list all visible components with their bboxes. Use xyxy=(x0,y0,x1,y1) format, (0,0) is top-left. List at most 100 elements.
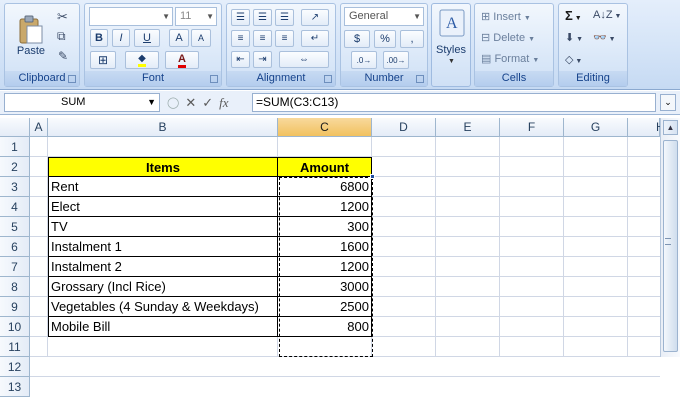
amount-cell[interactable]: 1600 xyxy=(278,237,372,257)
percent-button[interactable]: % xyxy=(374,30,396,48)
row-header-7[interactable]: 7 xyxy=(0,257,30,277)
scroll-up-icon[interactable]: ▲ xyxy=(663,120,678,135)
cut-icon[interactable]: ✂ xyxy=(57,9,68,25)
row-header-2[interactable]: 2 xyxy=(0,157,30,177)
cancel-icon[interactable]: ✕ xyxy=(185,95,196,111)
decrease-decimal-button[interactable]: .00→ xyxy=(383,51,409,69)
row-header-12[interactable]: 12 xyxy=(0,357,30,377)
column-header-c[interactable]: C xyxy=(278,118,372,137)
column-header-a[interactable]: A xyxy=(30,118,48,137)
grow-font-button[interactable]: A xyxy=(169,29,189,47)
row-header-4[interactable]: 4 xyxy=(0,197,30,217)
vertical-scrollbar[interactable]: ▲ xyxy=(660,118,680,357)
item-cell[interactable]: Grossary (Incl Rice) xyxy=(48,277,278,297)
borders-button[interactable]: ⊞ xyxy=(90,51,116,69)
format-button[interactable]: ▤ Format ▼ xyxy=(481,52,539,65)
row-header-9[interactable]: 9 xyxy=(0,297,30,317)
fill-color-button[interactable]: ◆ xyxy=(125,51,159,69)
font-size-combo[interactable]: 11 ▼ xyxy=(175,7,217,26)
font-color-button[interactable]: A xyxy=(165,51,199,69)
underline-button[interactable]: U xyxy=(134,29,160,47)
row-header-8[interactable]: 8 xyxy=(0,277,30,297)
scroll-thumb[interactable] xyxy=(663,140,678,352)
number-launcher-icon[interactable] xyxy=(416,75,424,83)
format-painter-icon[interactable]: ✎ xyxy=(58,49,68,63)
align-left-button[interactable]: ≡ xyxy=(231,30,250,47)
header-items-cell[interactable]: Items xyxy=(48,157,278,177)
font-name-combo[interactable]: ▼ xyxy=(89,7,173,26)
amount-cell[interactable]: 1200 xyxy=(278,257,372,277)
comma-button[interactable]: , xyxy=(400,30,424,48)
expand-formula-bar-icon[interactable]: ⌄ xyxy=(660,94,676,111)
header-amount-cell[interactable]: Amount xyxy=(278,157,372,177)
circle-icon: ◯ xyxy=(167,97,180,109)
align-right-button[interactable]: ≡ xyxy=(275,30,294,47)
number-title: Number xyxy=(341,71,427,86)
merge-center-button[interactable]: ⇔ xyxy=(279,51,329,68)
select-all-corner[interactable] xyxy=(0,118,30,137)
sort-filter-button[interactable]: A↓Z ▼ xyxy=(593,9,621,21)
delete-button[interactable]: ⊟ Delete ▼ xyxy=(481,31,535,44)
amount-cell[interactable]: 1200 xyxy=(278,197,372,217)
row-header-1[interactable]: 1 xyxy=(0,137,30,157)
alignment-launcher-icon[interactable] xyxy=(324,75,332,83)
name-box[interactable]: SUM ▼ xyxy=(4,93,160,112)
clear-button[interactable]: ◇ ▼ xyxy=(565,53,582,66)
item-cell[interactable]: Rent xyxy=(48,177,278,197)
align-bottom-button[interactable]: ☰ xyxy=(275,9,294,26)
item-cell[interactable]: Vegetables (4 Sunday & Weekdays) xyxy=(48,297,278,317)
italic-button[interactable]: I xyxy=(112,29,130,47)
item-cell[interactable]: Mobile Bill xyxy=(48,317,278,337)
shrink-font-button[interactable]: A xyxy=(191,29,211,47)
column-header-d[interactable]: D xyxy=(372,118,436,137)
amount-cell[interactable]: 2500 xyxy=(278,297,372,317)
row-header-6[interactable]: 6 xyxy=(0,237,30,257)
amount-cell[interactable]: 800 xyxy=(278,317,372,337)
copy-icon[interactable]: ⧉ xyxy=(57,29,66,44)
gridline-vertical xyxy=(435,137,436,357)
find-select-button[interactable]: 👓 ▼ xyxy=(593,31,616,44)
column-header-b[interactable]: B xyxy=(48,118,278,137)
row-header-11[interactable]: 11 xyxy=(0,337,30,357)
orientation-button[interactable]: ↗ xyxy=(301,9,329,26)
fill-button[interactable]: ⬇ ▼ xyxy=(565,31,583,44)
column-header-h[interactable]: H xyxy=(628,118,665,137)
paste-button[interactable]: Paste xyxy=(11,8,51,64)
align-middle-button[interactable]: ☰ xyxy=(253,9,272,26)
bold-button[interactable]: B xyxy=(90,29,108,47)
align-center-button[interactable]: ≡ xyxy=(253,30,272,47)
formula-input[interactable]: =SUM(C3:C13) xyxy=(252,93,656,112)
insert-button[interactable]: ⊞ Insert ▼ xyxy=(481,10,531,23)
clipboard-launcher-icon[interactable] xyxy=(68,75,76,83)
formula-bar: SUM ▼ ◯ ✕ ✓ fx =SUM(C3:C13) ⌄ xyxy=(0,91,680,115)
insert-function-icon[interactable]: fx xyxy=(219,95,228,111)
column-header-e[interactable]: E xyxy=(436,118,500,137)
column-header-f[interactable]: F xyxy=(500,118,564,137)
binoculars-icon: 👓 xyxy=(593,32,607,44)
check-icon[interactable]: ✓ xyxy=(202,95,213,111)
fill-handle[interactable] xyxy=(370,174,375,179)
row-header-3[interactable]: 3 xyxy=(0,177,30,197)
styles-group[interactable]: A Styles ▼ xyxy=(431,3,471,87)
item-cell[interactable]: Instalment 1 xyxy=(48,237,278,257)
increase-indent-button[interactable]: ⇥ xyxy=(253,51,272,68)
row-header-5[interactable]: 5 xyxy=(0,217,30,237)
amount-cell[interactable]: 3000 xyxy=(278,277,372,297)
column-header-g[interactable]: G xyxy=(564,118,628,137)
wrap-text-button[interactable]: ↵ xyxy=(301,30,329,47)
item-cell[interactable]: Instalment 2 xyxy=(48,257,278,277)
item-cell[interactable]: Elect xyxy=(48,197,278,217)
decrease-indent-button[interactable]: ⇤ xyxy=(231,51,250,68)
amount-cell[interactable]: 300 xyxy=(278,217,372,237)
align-top-button[interactable]: ☰ xyxy=(231,9,250,26)
autosum-button[interactable]: Σ ▼ xyxy=(565,8,582,23)
font-launcher-icon[interactable] xyxy=(210,75,218,83)
amount-cell[interactable]: 6800 xyxy=(278,177,372,197)
item-cell[interactable]: TV xyxy=(48,217,278,237)
currency-button[interactable]: $ xyxy=(344,30,370,48)
row-header-10[interactable]: 10 xyxy=(0,317,30,337)
number-format-combo[interactable]: General ▼ xyxy=(344,7,424,26)
increase-decimal-button[interactable]: .0→ xyxy=(351,51,377,69)
align-bottom-icon: ☰ xyxy=(280,12,289,23)
row-header-13[interactable]: 13 xyxy=(0,377,30,397)
